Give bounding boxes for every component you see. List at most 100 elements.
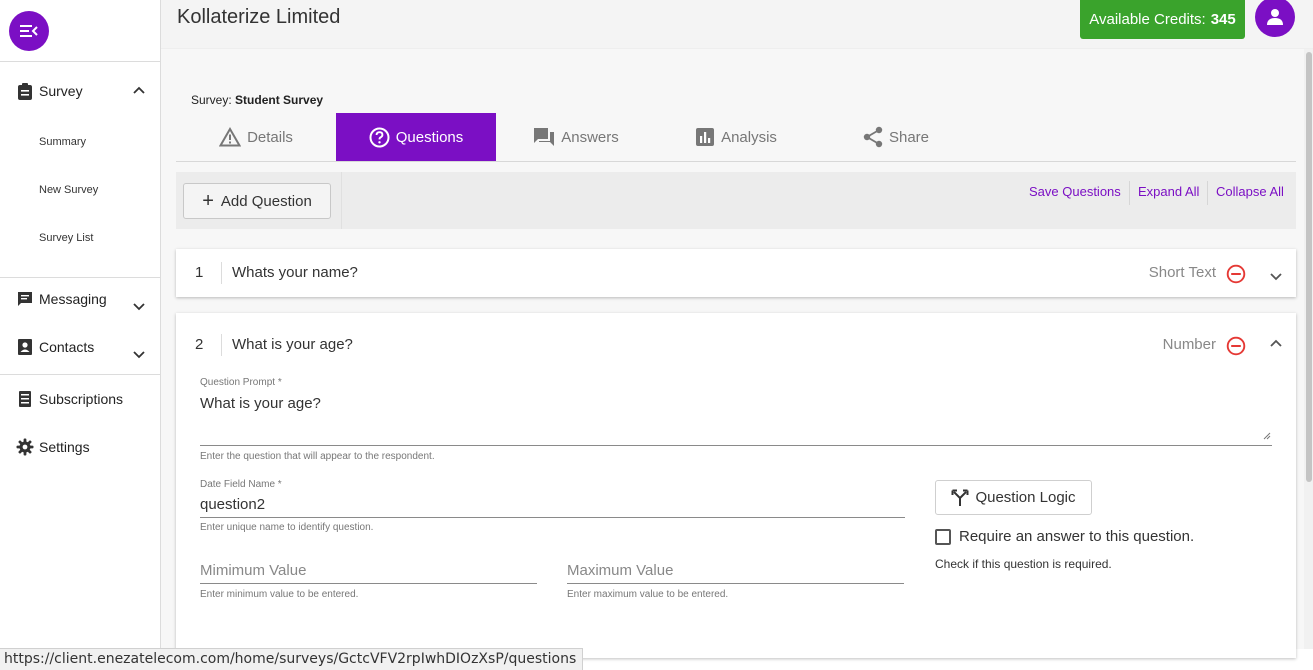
collapse-all-link[interactable]: Collapse All — [1216, 184, 1284, 199]
tab-analysis[interactable]: Analysis — [656, 113, 816, 161]
tab-details[interactable]: Details — [176, 113, 336, 161]
question-card-1[interactable]: 1 Whats your name? Short Text — [176, 249, 1296, 297]
top-header: Kollaterize Limited Available Credits: 3… — [161, 0, 1313, 49]
chat-icon — [16, 290, 34, 308]
maximum-help-text: Enter maximum value to be entered. — [567, 589, 729, 600]
minimum-underline — [200, 583, 537, 584]
chevron-down-icon[interactable] — [131, 298, 147, 314]
forum-icon — [533, 127, 555, 147]
maximum-underline — [567, 583, 904, 584]
bar-chart-icon — [695, 127, 715, 147]
gear-icon — [16, 438, 34, 456]
sidebar-item-label: Subscriptions — [39, 391, 124, 407]
require-answer-label[interactable]: Require an answer to this question. — [959, 528, 1194, 545]
chevron-down-icon[interactable] — [1268, 268, 1284, 284]
question-number: 2 — [195, 336, 204, 353]
questions-toolbar: + Add Question Save Questions Expand All… — [176, 172, 1296, 229]
save-questions-link[interactable]: Save Questions — [1029, 184, 1121, 199]
remove-circle-icon[interactable] — [1226, 336, 1246, 356]
credits-label: Available Credits: — [1089, 11, 1206, 28]
tab-share[interactable]: Share — [816, 113, 976, 161]
require-answer-help: Check if this question is required. — [935, 557, 1112, 571]
data-field-name-label: Date Field Name * — [200, 479, 282, 490]
question-title: What is your age? — [232, 336, 353, 353]
question-logic-button[interactable]: Question Logic — [935, 480, 1092, 515]
sidebar-item-label: Contacts — [39, 339, 95, 355]
toolbar-divider — [341, 172, 342, 229]
tab-label: Questions — [395, 128, 464, 146]
field-name-underline — [200, 517, 905, 518]
chevron-down-icon[interactable] — [131, 346, 147, 362]
add-question-button[interactable]: + Add Question — [183, 183, 331, 219]
minimum-help-text: Enter minimum value to be entered. — [200, 589, 359, 600]
survey-title: Survey: Student Survey — [191, 93, 323, 107]
tab-label: Share — [888, 128, 930, 146]
tab-label: Analysis — [721, 128, 777, 146]
scrollbar-thumb[interactable] — [1306, 52, 1312, 482]
chevron-up-icon[interactable] — [1268, 336, 1284, 352]
sidebar: Survey Summary New Survey Survey List Me… — [0, 0, 161, 670]
share-icon — [863, 126, 883, 148]
user-icon — [1267, 9, 1283, 25]
sidebar-subitem-survey-list[interactable]: Survey List — [39, 232, 93, 244]
sidebar-item-label: Settings — [39, 439, 90, 455]
sidebar-item-survey[interactable]: Survey — [16, 82, 83, 100]
list-icon — [16, 390, 34, 408]
minimum-value-input[interactable]: Mimimum Value — [200, 562, 306, 579]
browser-status-url: https://client.enezatelecom.com/home/sur… — [0, 648, 584, 670]
sidebar-divider — [0, 277, 160, 278]
sidebar-item-subscriptions[interactable]: Subscriptions — [16, 390, 123, 408]
company-name: Kollaterize Limited — [177, 6, 341, 28]
sidebar-subitem-new-survey[interactable]: New Survey — [39, 184, 98, 196]
question-type: Number — [1162, 336, 1216, 353]
prompt-help-text: Enter the question that will appear to t… — [200, 451, 435, 462]
remove-circle-icon[interactable] — [1226, 264, 1246, 284]
question-title: Whats your name? — [232, 264, 358, 281]
data-field-name-input[interactable]: question2 — [200, 496, 265, 513]
question-prompt-textarea[interactable]: What is your age? — [200, 395, 321, 412]
clipboard-icon — [16, 82, 34, 100]
fork-icon — [951, 489, 969, 507]
question-type: Short Text — [1148, 264, 1216, 281]
add-question-label: Add Question — [220, 192, 312, 210]
question-card-2: 2 What is your age? Number — [176, 313, 1296, 658]
sidebar-item-label: Messaging — [39, 291, 107, 307]
warning-triangle-icon — [219, 127, 242, 147]
sidebar-item-messaging[interactable]: Messaging — [16, 290, 107, 308]
prompt-underline — [200, 445, 1272, 446]
chevron-up-icon[interactable] — [131, 83, 147, 99]
question-divider — [221, 334, 222, 356]
question-circle-icon — [369, 127, 390, 148]
sidebar-subitem-summary[interactable]: Summary — [39, 136, 86, 148]
tab-questions[interactable]: Questions — [336, 113, 496, 161]
survey-prefix: Survey: — [191, 93, 232, 107]
question-number: 1 — [195, 264, 204, 281]
sidebar-item-settings[interactable]: Settings — [16, 438, 90, 456]
sidebar-item-contacts[interactable]: Contacts — [16, 338, 94, 356]
question-divider — [221, 262, 222, 284]
expand-all-link[interactable]: Expand All — [1138, 184, 1199, 199]
survey-name: Student Survey — [235, 93, 324, 107]
user-avatar-button[interactable] — [1255, 0, 1295, 37]
menu-collapse-icon — [20, 25, 38, 37]
credits-badge[interactable]: Available Credits: 345 — [1080, 0, 1245, 39]
question-prompt-label: Question Prompt * — [200, 377, 282, 388]
resize-handle-icon[interactable] — [1263, 432, 1271, 440]
plus-icon: + — [202, 190, 214, 212]
survey-tabs: Details Questions Answers Analysis Share — [176, 113, 1296, 162]
toolbar-divider — [1129, 181, 1130, 205]
toolbar-divider — [1207, 181, 1208, 205]
contacts-icon — [16, 338, 34, 356]
maximum-value-input[interactable]: Maximum Value — [567, 562, 673, 579]
sidebar-divider — [0, 374, 160, 375]
question-logic-label: Question Logic — [975, 489, 1076, 506]
menu-toggle-button[interactable] — [9, 11, 49, 51]
tab-answers[interactable]: Answers — [496, 113, 656, 161]
sidebar-divider — [0, 61, 160, 62]
sidebar-item-label: Survey — [39, 83, 83, 99]
field-name-help-text: Enter unique name to identify question. — [200, 522, 374, 533]
require-answer-checkbox[interactable] — [935, 529, 951, 545]
tab-label: Details — [247, 128, 293, 146]
credits-value: 345 — [1210, 11, 1236, 28]
tab-label: Answers — [561, 128, 619, 146]
